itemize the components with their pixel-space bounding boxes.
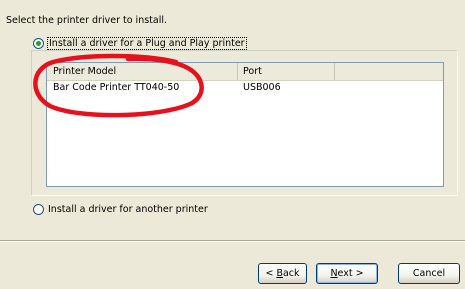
printer-list[interactable]: Printer Model Port Bar Code Printer TT04… xyxy=(46,62,444,187)
column-header-printer-model[interactable]: Printer Model xyxy=(47,63,238,80)
another-printer-label[interactable]: Install a driver for another printer xyxy=(48,204,208,215)
back-button-rest: ack xyxy=(282,268,300,279)
printer-port-cell: USB006 xyxy=(243,82,281,93)
printer-list-header: Printer Model Port xyxy=(47,63,443,81)
plug-and-play-radio[interactable] xyxy=(33,38,44,49)
plug-and-play-option[interactable]: Install a driver for a Plug and Play pri… xyxy=(33,37,247,50)
instruction-text: Select the printer driver to install. xyxy=(6,15,168,26)
printer-list-row[interactable]: Bar Code Printer TT040-50 USB006 xyxy=(47,80,443,96)
next-button-accel: N xyxy=(330,268,338,279)
column-header-empty xyxy=(335,63,443,80)
next-button-rest: ext > xyxy=(337,268,364,279)
plug-and-play-label[interactable]: Install a driver for a Plug and Play pri… xyxy=(47,37,247,50)
cancel-button[interactable]: Cancel xyxy=(398,263,460,284)
back-button-prefix: < xyxy=(265,268,277,279)
back-button[interactable]: < Back xyxy=(258,263,307,284)
radio-selected-dot xyxy=(36,41,41,46)
footer-separator xyxy=(0,240,465,242)
next-button[interactable]: Next > xyxy=(316,263,378,284)
another-printer-option[interactable]: Install a driver for another printer xyxy=(33,204,208,215)
printer-model-cell: Bar Code Printer TT040-50 xyxy=(53,82,180,93)
column-header-port[interactable]: Port xyxy=(238,63,335,80)
another-printer-radio[interactable] xyxy=(33,204,44,215)
printer-driver-dialog: Select the printer driver to install. In… xyxy=(0,0,465,289)
